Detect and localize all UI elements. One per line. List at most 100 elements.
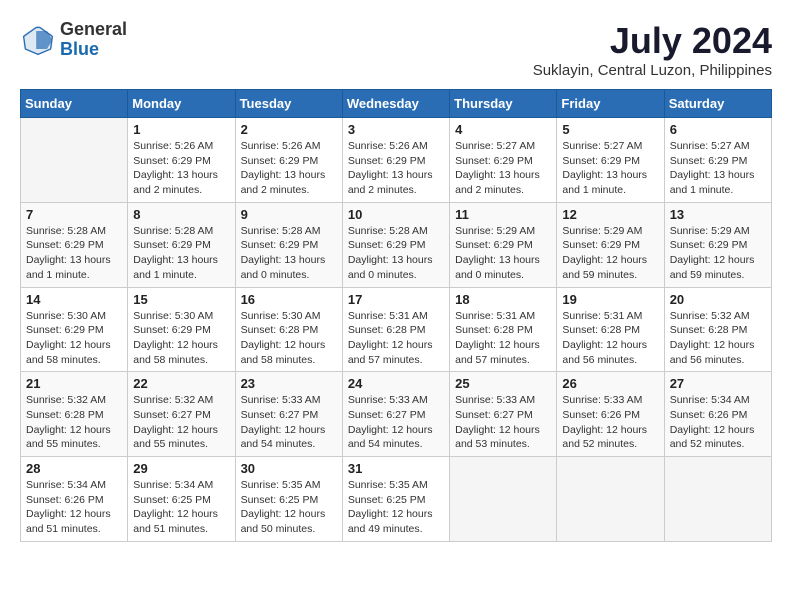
day-detail: Sunrise: 5:32 AM Sunset: 6:27 PM Dayligh… <box>133 393 229 452</box>
day-detail: Sunrise: 5:34 AM Sunset: 6:26 PM Dayligh… <box>670 393 766 452</box>
day-detail: Sunrise: 5:27 AM Sunset: 6:29 PM Dayligh… <box>562 139 658 198</box>
header-cell-wednesday: Wednesday <box>342 90 449 118</box>
calendar-cell: 21 Sunrise: 5:32 AM Sunset: 6:28 PM Dayli… <box>21 372 128 457</box>
day-number: 16 <box>241 292 337 307</box>
day-detail: Sunrise: 5:33 AM Sunset: 6:26 PM Dayligh… <box>562 393 658 452</box>
day-number: 20 <box>670 292 766 307</box>
calendar-cell: 29 Sunrise: 5:34 AM Sunset: 6:25 PM Dayli… <box>128 457 235 542</box>
day-detail: Sunrise: 5:28 AM Sunset: 6:29 PM Dayligh… <box>26 224 122 283</box>
day-detail: Sunrise: 5:32 AM Sunset: 6:28 PM Dayligh… <box>26 393 122 452</box>
day-detail: Sunrise: 5:26 AM Sunset: 6:29 PM Dayligh… <box>348 139 444 198</box>
calendar-table: SundayMondayTuesdayWednesdayThursdayFrid… <box>20 89 772 542</box>
day-number: 9 <box>241 207 337 222</box>
day-number: 21 <box>26 376 122 391</box>
header-cell-thursday: Thursday <box>450 90 557 118</box>
calendar-body: 1Sunrise: 5:26 AM Sunset: 6:29 PM Daylig… <box>21 118 772 542</box>
day-detail: Sunrise: 5:30 AM Sunset: 6:29 PM Dayligh… <box>133 309 229 368</box>
day-detail: Sunrise: 5:33 AM Sunset: 6:27 PM Dayligh… <box>455 393 551 452</box>
day-detail: Sunrise: 5:31 AM Sunset: 6:28 PM Dayligh… <box>455 309 551 368</box>
week-row-5: 28Sunrise: 5:34 AM Sunset: 6:26 PM Dayli… <box>21 457 772 542</box>
calendar-cell: 22 Sunrise: 5:32 AM Sunset: 6:27 PM Dayli… <box>128 372 235 457</box>
day-detail: Sunrise: 5:28 AM Sunset: 6:29 PM Dayligh… <box>348 224 444 283</box>
calendar-cell: 16 Sunrise: 5:30 AM Sunset: 6:28 PM Dayli… <box>235 287 342 372</box>
title-block: July 2024 Suklayin, Central Luzon, Phili… <box>533 20 772 79</box>
logo-blue-text: Blue <box>60 40 127 60</box>
day-number: 25 <box>455 376 551 391</box>
calendar-cell: 23 Sunrise: 5:33 AM Sunset: 6:27 PM Dayli… <box>235 372 342 457</box>
calendar-cell: 10 Sunrise: 5:28 AM Sunset: 6:29 PM Dayli… <box>342 202 449 287</box>
week-row-4: 21 Sunrise: 5:32 AM Sunset: 6:28 PM Dayli… <box>21 372 772 457</box>
day-detail: Sunrise: 5:26 AM Sunset: 6:29 PM Dayligh… <box>133 139 229 198</box>
header-cell-tuesday: Tuesday <box>235 90 342 118</box>
day-detail: Sunrise: 5:29 AM Sunset: 6:29 PM Dayligh… <box>455 224 551 283</box>
day-number: 27 <box>670 376 766 391</box>
header-cell-friday: Friday <box>557 90 664 118</box>
logo: General Blue <box>20 20 127 60</box>
calendar-cell: 15 Sunrise: 5:30 AM Sunset: 6:29 PM Dayli… <box>128 287 235 372</box>
page-header: General Blue July 2024 Suklayin, Central… <box>20 20 772 79</box>
day-detail: Sunrise: 5:32 AM Sunset: 6:28 PM Dayligh… <box>670 309 766 368</box>
day-detail: Sunrise: 5:30 AM Sunset: 6:28 PM Dayligh… <box>241 309 337 368</box>
day-detail: Sunrise: 5:33 AM Sunset: 6:27 PM Dayligh… <box>348 393 444 452</box>
calendar-cell: 14Sunrise: 5:30 AM Sunset: 6:29 PM Dayli… <box>21 287 128 372</box>
day-number: 11 <box>455 207 551 222</box>
calendar-cell <box>557 457 664 542</box>
day-number: 26 <box>562 376 658 391</box>
calendar-cell: 28Sunrise: 5:34 AM Sunset: 6:26 PM Dayli… <box>21 457 128 542</box>
day-detail: Sunrise: 5:29 AM Sunset: 6:29 PM Dayligh… <box>562 224 658 283</box>
day-number: 17 <box>348 292 444 307</box>
calendar-cell: 7Sunrise: 5:28 AM Sunset: 6:29 PM Daylig… <box>21 202 128 287</box>
header-cell-saturday: Saturday <box>664 90 771 118</box>
calendar-cell: 11 Sunrise: 5:29 AM Sunset: 6:29 PM Dayli… <box>450 202 557 287</box>
day-detail: Sunrise: 5:31 AM Sunset: 6:28 PM Dayligh… <box>348 309 444 368</box>
header-cell-sunday: Sunday <box>21 90 128 118</box>
subtitle: Suklayin, Central Luzon, Philippines <box>533 62 772 79</box>
day-detail: Sunrise: 5:30 AM Sunset: 6:29 PM Dayligh… <box>26 309 122 368</box>
day-number: 10 <box>348 207 444 222</box>
day-detail: Sunrise: 5:28 AM Sunset: 6:29 PM Dayligh… <box>241 224 337 283</box>
calendar-cell <box>21 118 128 203</box>
day-number: 29 <box>133 461 229 476</box>
calendar-cell: 30Sunrise: 5:35 AM Sunset: 6:25 PM Dayli… <box>235 457 342 542</box>
day-number: 31 <box>348 461 444 476</box>
day-number: 23 <box>241 376 337 391</box>
logo-general-text: General <box>60 20 127 40</box>
day-number: 3 <box>348 122 444 137</box>
day-number: 2 <box>241 122 337 137</box>
calendar-cell: 19Sunrise: 5:31 AM Sunset: 6:28 PM Dayli… <box>557 287 664 372</box>
day-number: 22 <box>133 376 229 391</box>
main-title: July 2024 <box>533 20 772 62</box>
day-number: 8 <box>133 207 229 222</box>
day-number: 4 <box>455 122 551 137</box>
calendar-cell: 3 Sunrise: 5:26 AM Sunset: 6:29 PM Daylig… <box>342 118 449 203</box>
day-detail: Sunrise: 5:35 AM Sunset: 6:25 PM Dayligh… <box>241 478 337 537</box>
calendar-header: SundayMondayTuesdayWednesdayThursdayFrid… <box>21 90 772 118</box>
day-detail: Sunrise: 5:35 AM Sunset: 6:25 PM Dayligh… <box>348 478 444 537</box>
header-cell-monday: Monday <box>128 90 235 118</box>
day-number: 13 <box>670 207 766 222</box>
day-number: 12 <box>562 207 658 222</box>
week-row-1: 1Sunrise: 5:26 AM Sunset: 6:29 PM Daylig… <box>21 118 772 203</box>
day-detail: Sunrise: 5:29 AM Sunset: 6:29 PM Dayligh… <box>670 224 766 283</box>
day-detail: Sunrise: 5:33 AM Sunset: 6:27 PM Dayligh… <box>241 393 337 452</box>
calendar-cell: 5Sunrise: 5:27 AM Sunset: 6:29 PM Daylig… <box>557 118 664 203</box>
logo-text: General Blue <box>60 20 127 60</box>
calendar-cell <box>664 457 771 542</box>
day-detail: Sunrise: 5:27 AM Sunset: 6:29 PM Dayligh… <box>670 139 766 198</box>
calendar-cell <box>450 457 557 542</box>
day-detail: Sunrise: 5:34 AM Sunset: 6:26 PM Dayligh… <box>26 478 122 537</box>
day-detail: Sunrise: 5:34 AM Sunset: 6:25 PM Dayligh… <box>133 478 229 537</box>
day-number: 6 <box>670 122 766 137</box>
calendar-cell: 9 Sunrise: 5:28 AM Sunset: 6:29 PM Daylig… <box>235 202 342 287</box>
calendar-cell: 4Sunrise: 5:27 AM Sunset: 6:29 PM Daylig… <box>450 118 557 203</box>
calendar-cell: 18Sunrise: 5:31 AM Sunset: 6:28 PM Dayli… <box>450 287 557 372</box>
day-number: 19 <box>562 292 658 307</box>
calendar-cell: 20 Sunrise: 5:32 AM Sunset: 6:28 PM Dayli… <box>664 287 771 372</box>
header-row: SundayMondayTuesdayWednesdayThursdayFrid… <box>21 90 772 118</box>
day-number: 15 <box>133 292 229 307</box>
calendar-cell: 2Sunrise: 5:26 AM Sunset: 6:29 PM Daylig… <box>235 118 342 203</box>
calendar-cell: 24Sunrise: 5:33 AM Sunset: 6:27 PM Dayli… <box>342 372 449 457</box>
calendar-cell: 31 Sunrise: 5:35 AM Sunset: 6:25 PM Dayli… <box>342 457 449 542</box>
calendar-cell: 1Sunrise: 5:26 AM Sunset: 6:29 PM Daylig… <box>128 118 235 203</box>
calendar-cell: 27 Sunrise: 5:34 AM Sunset: 6:26 PM Dayli… <box>664 372 771 457</box>
